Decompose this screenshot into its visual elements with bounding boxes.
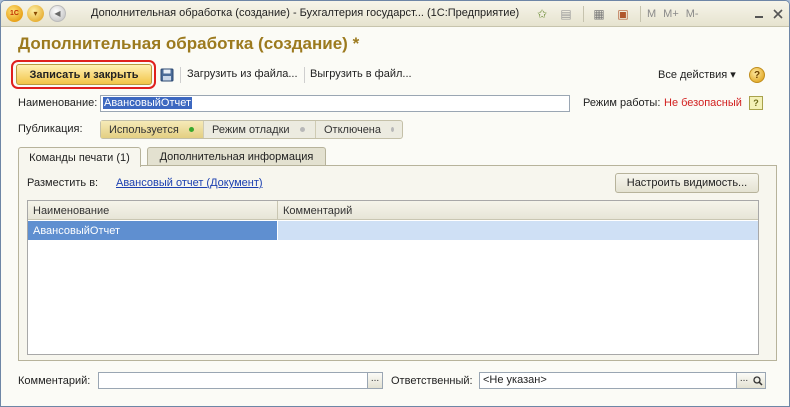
responsible-label: Ответственный: [391,375,473,387]
publication-option-label: Отключена [324,123,381,136]
memory-minus-button[interactable]: M- [686,8,699,20]
inactive-dot-icon [391,127,394,132]
column-header-comment[interactable]: Комментарий [278,201,758,220]
command-divider [304,67,305,83]
tab-print-commands[interactable]: Команды печати (1) [18,147,141,167]
title-toolbar: ✩ ▤ ▦ ▣ M M+ M- [533,5,706,23]
load-from-file-button[interactable]: Загрузить из файла... [187,68,298,80]
active-dot-icon [188,127,194,132]
place-label: Разместить в: [27,177,99,189]
place-link[interactable]: Авансовый отчет (Документ) [116,177,263,189]
publication-option-used[interactable]: Используется [101,121,204,138]
command-divider [180,67,181,83]
publication-option-disabled[interactable]: Отключена [316,121,402,138]
toolbar-divider [583,6,584,22]
main-menu-icon[interactable]: ▾ [27,5,44,22]
column-header-name[interactable]: Наименование [28,201,277,220]
print-commands-table: Наименование Комментарий АвансовыйОтчет [27,200,759,355]
window-title: Дополнительная обработка (создание) - Бу… [91,7,520,19]
comment-select-button[interactable]: ... [368,372,383,389]
close-icon[interactable] [770,6,786,22]
tab-extra-info[interactable]: Дополнительная информация [147,147,326,166]
minimize-icon[interactable] [751,6,767,22]
table-cell-comment[interactable] [278,221,758,240]
publication-option-label: Используется [109,123,179,136]
mode-help-icon[interactable]: ? [749,96,763,110]
table-cell-name[interactable]: АвансовыйОтчет [28,221,277,240]
app-window: 1С ▾ ◀ Дополнительная обработка (создани… [0,0,790,407]
mode-label: Режим работы: [583,97,661,109]
title-bar: 1С ▾ ◀ Дополнительная обработка (создани… [1,1,789,27]
memory-plus-button[interactable]: M+ [663,8,679,20]
memory-button[interactable]: M [647,8,656,20]
configure-visibility-button[interactable]: Настроить видимость... [615,173,759,193]
name-label: Наименование: [18,97,98,109]
publication-label: Публикация: [18,123,83,135]
toolbar-divider [640,6,641,22]
help-icon[interactable]: ? [749,67,765,83]
save-and-close-button[interactable]: Записать и закрыть [16,64,152,85]
history-icon[interactable]: ▤ [557,5,575,23]
search-icon[interactable] [751,372,766,389]
page-title: Дополнительная обработка (создание) * [18,34,360,53]
publication-option-debug[interactable]: Режим отладки [204,121,316,138]
publication-option-label: Режим отладки [212,123,290,136]
unload-to-file-button[interactable]: Выгрузить в файл... [310,68,412,80]
back-icon[interactable]: ◀ [49,5,66,22]
save-icon[interactable] [159,67,174,82]
responsible-field[interactable]: <Не указан> [479,372,737,389]
responsible-select-button[interactable]: ... [737,372,752,389]
calculator-icon[interactable]: ▦ [590,5,608,23]
name-field[interactable]: АвансовыйОтчет [100,95,570,112]
name-field-value: АвансовыйОтчет [103,97,193,109]
1c-logo-icon[interactable]: 1С [6,5,23,22]
all-actions-menu[interactable]: Все действия ▾ [658,68,736,81]
publication-switch: Используется Режим отладки Отключена [100,120,403,139]
table-header: Наименование Комментарий [28,201,758,220]
add-favorite-icon[interactable]: ✩ [533,5,551,23]
mode-value: Не безопасный [664,97,742,109]
table-row[interactable]: АвансовыйОтчет [28,221,758,240]
inactive-dot-icon [299,127,305,132]
comment-field[interactable] [98,372,368,389]
calendar-icon[interactable]: ▣ [614,5,632,23]
comment-label: Комментарий: [18,375,91,387]
